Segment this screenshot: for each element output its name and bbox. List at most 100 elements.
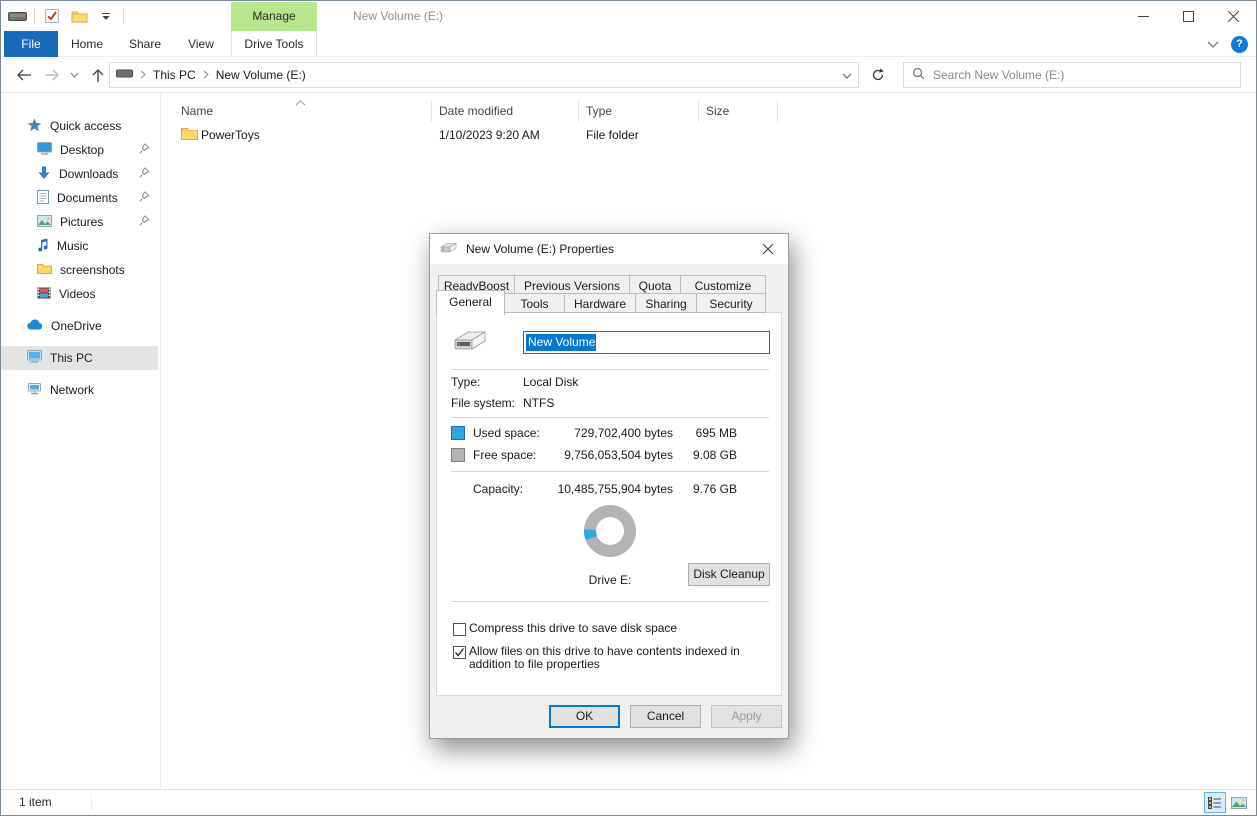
tab-security[interactable]: Security — [697, 293, 766, 313]
column-header-type[interactable]: Type — [586, 104, 612, 118]
used-space-row: Used space: 729,702,400 bytes 695 MB — [437, 425, 781, 442]
tab-previous-versions[interactable]: Previous Versions — [515, 275, 630, 295]
search-box[interactable] — [903, 62, 1241, 88]
sidebar-item-network[interactable]: Network — [1, 378, 160, 402]
volume-label-input[interactable]: New Volume — [523, 331, 770, 354]
sidebar-item-documents[interactable]: Documents — [1, 186, 160, 210]
up-icon[interactable] — [85, 57, 111, 93]
tab-drive-tools[interactable]: Drive Tools — [231, 31, 317, 57]
column-divider[interactable] — [777, 100, 778, 122]
expand-ribbon-icon[interactable] — [1207, 37, 1219, 51]
pin-icon — [139, 167, 150, 181]
address-bar[interactable]: This PC New Volume (E:) — [109, 62, 859, 88]
column-divider[interactable] — [578, 100, 579, 122]
disk-cleanup-button[interactable]: Disk Cleanup — [688, 563, 770, 586]
tab-quota[interactable]: Quota — [630, 275, 681, 295]
tab-general[interactable]: General — [436, 290, 505, 315]
sidebar-item-label: Desktop — [60, 143, 104, 157]
checkbox-unchecked-icon[interactable] — [453, 623, 466, 636]
quick-access-toolbar — [7, 1, 124, 31]
recent-locations-icon[interactable] — [65, 57, 83, 93]
sidebar-item-quick-access[interactable]: Quick access — [1, 114, 160, 138]
dialog-title-bar[interactable]: New Volume (E:) Properties — [430, 234, 788, 264]
documents-icon — [37, 190, 49, 207]
tab-customize[interactable]: Customize — [681, 275, 766, 295]
pictures-icon — [37, 215, 52, 230]
type-row: Type: Local Disk — [437, 375, 781, 391]
separator — [451, 601, 769, 602]
folder-icon — [181, 127, 198, 144]
donut-hole — [596, 517, 624, 545]
tab-sharing[interactable]: Sharing — [636, 293, 697, 313]
general-tab-page: New Volume Type: Local Disk File system:… — [436, 312, 782, 696]
sort-ascending-icon — [295, 95, 306, 109]
sidebar-item-downloads[interactable]: Downloads — [1, 162, 160, 186]
maximize-button[interactable] — [1166, 1, 1211, 31]
capacity-bytes: 10,485,755,904 bytes — [533, 482, 673, 496]
folder-icon — [37, 263, 52, 278]
minimize-button[interactable] — [1121, 1, 1166, 31]
sidebar-item-this-pc[interactable]: This PC — [1, 346, 158, 370]
search-input[interactable] — [933, 68, 1232, 82]
drive-letter-label: Drive E: — [570, 573, 650, 587]
sidebar-item-onedrive[interactable]: OneDrive — [1, 314, 160, 338]
item-count: 1 item — [19, 790, 52, 815]
downloads-icon — [37, 166, 51, 183]
dialog-close-icon[interactable] — [748, 234, 788, 264]
tab-share[interactable]: Share — [117, 31, 173, 57]
tab-hardware[interactable]: Hardware — [565, 293, 636, 313]
sidebar-item-videos[interactable]: Videos — [1, 282, 160, 306]
file-row-powertoys[interactable]: PowerToys 1/10/2023 9:20 AM File folder — [162, 125, 776, 147]
breadcrumb-this-pc[interactable]: This PC — [153, 68, 196, 82]
forward-icon[interactable] — [39, 57, 65, 93]
pin-icon — [139, 191, 150, 205]
back-icon[interactable] — [11, 57, 37, 93]
capacity-row: Capacity: 10,485,755,904 bytes 9.76 GB — [437, 481, 781, 498]
search-icon — [912, 67, 925, 83]
navigation-pane: Quick access Desktop Downloads Documents… — [1, 93, 161, 791]
sidebar-item-desktop[interactable]: Desktop — [1, 138, 160, 162]
tab-home[interactable]: Home — [60, 31, 114, 57]
new-folder-icon[interactable] — [69, 5, 89, 27]
capacity-label: Capacity: — [473, 482, 523, 496]
column-divider[interactable] — [698, 100, 699, 122]
column-divider[interactable] — [431, 100, 432, 122]
tab-view[interactable]: View — [176, 31, 226, 57]
drive-icon — [451, 329, 489, 356]
ok-button[interactable]: OK — [549, 705, 620, 728]
tab-tools[interactable]: Tools — [505, 293, 565, 313]
column-header-name[interactable]: Name — [181, 104, 213, 118]
sidebar-item-pictures[interactable]: Pictures — [1, 210, 160, 234]
pin-icon — [139, 215, 150, 229]
properties-icon[interactable] — [42, 5, 62, 27]
thumbnail-view-icon[interactable] — [1228, 792, 1250, 813]
breadcrumb-current[interactable]: New Volume (E:) — [216, 68, 306, 82]
drive-icon — [439, 242, 458, 257]
close-button[interactable] — [1211, 1, 1256, 31]
address-dropdown-icon[interactable] — [842, 68, 852, 82]
videos-icon — [37, 287, 51, 302]
type-label: Type: — [451, 375, 480, 389]
refresh-icon[interactable] — [863, 62, 893, 88]
checkbox-checked-icon[interactable] — [453, 646, 466, 659]
quick-access-star-icon — [27, 118, 42, 135]
column-header-date[interactable]: Date modified — [439, 104, 513, 118]
free-space-row: Free space: 9,756,053,504 bytes 9.08 GB — [437, 447, 781, 464]
contextual-tab-manage[interactable]: Manage — [231, 2, 317, 31]
desktop-icon — [37, 142, 52, 158]
help-icon[interactable]: ? — [1231, 36, 1248, 53]
explorer-window: Manage New Volume (E:) File Home Share V… — [0, 0, 1257, 816]
cancel-button[interactable]: Cancel — [630, 705, 701, 728]
sidebar-item-music[interactable]: Music — [1, 234, 160, 258]
sidebar-item-label: Documents — [57, 191, 118, 205]
ribbon-tab-row: File Home Share View Drive Tools ? — [1, 31, 1256, 57]
apply-button: Apply — [711, 705, 782, 728]
customize-toolbar-icon[interactable] — [96, 5, 116, 27]
file-date-modified: 1/10/2023 9:20 AM — [439, 128, 540, 142]
type-value: Local Disk — [523, 375, 578, 389]
breadcrumb-chevron-icon — [140, 68, 146, 82]
details-view-icon[interactable] — [1204, 792, 1226, 813]
tab-file[interactable]: File — [4, 31, 58, 57]
column-header-size[interactable]: Size — [706, 104, 729, 118]
sidebar-item-screenshots[interactable]: screenshots — [1, 258, 160, 282]
